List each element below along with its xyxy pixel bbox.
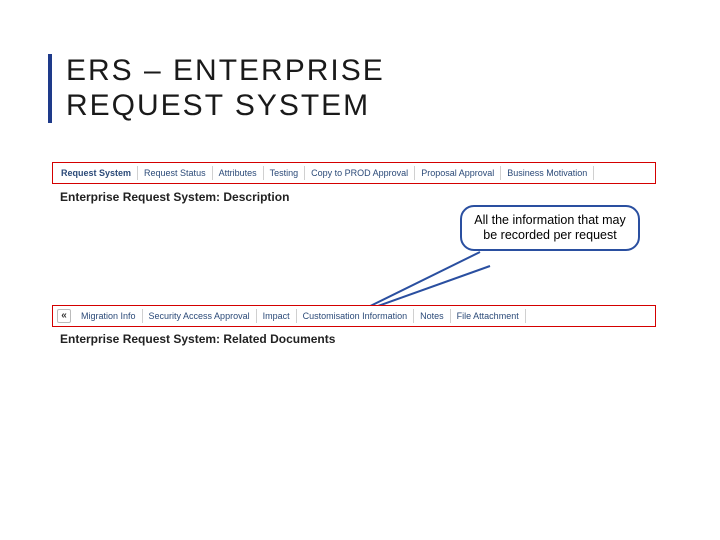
tab-row-2: « Migration Info Security Access Approva… bbox=[53, 306, 655, 326]
section-description-heading: Enterprise Request System: Description bbox=[60, 190, 289, 204]
callout-bubble: All the information that may be recorded… bbox=[460, 205, 640, 251]
tab-copy-prod-approval[interactable]: Copy to PROD Approval bbox=[305, 166, 415, 180]
callout-text: All the information that may be recorded… bbox=[474, 213, 625, 242]
tab-attributes[interactable]: Attributes bbox=[213, 166, 264, 180]
tab-collapse-icon[interactable]: « bbox=[57, 309, 71, 323]
tab-proposal-approval[interactable]: Proposal Approval bbox=[415, 166, 501, 180]
tab-strip-top: Request System Request Status Attributes… bbox=[52, 162, 656, 184]
page-title-line2: REQUEST SYSTEM bbox=[66, 89, 385, 124]
tab-row: Request System Request Status Attributes… bbox=[53, 163, 655, 183]
tab-impact[interactable]: Impact bbox=[257, 309, 297, 323]
tab-request-system[interactable]: Request System bbox=[55, 166, 138, 180]
page-title-line1: ERS – ENTERPRISE bbox=[66, 54, 385, 89]
tab-migration-info[interactable]: Migration Info bbox=[75, 309, 143, 323]
tab-security-access-approval[interactable]: Security Access Approval bbox=[143, 309, 257, 323]
tab-customisation-information[interactable]: Customisation Information bbox=[297, 309, 415, 323]
tab-testing[interactable]: Testing bbox=[264, 166, 306, 180]
tab-strip-bottom: « Migration Info Security Access Approva… bbox=[52, 305, 656, 327]
tab-notes[interactable]: Notes bbox=[414, 309, 451, 323]
tab-business-motivation[interactable]: Business Motivation bbox=[501, 166, 594, 180]
tab-request-status[interactable]: Request Status bbox=[138, 166, 213, 180]
tab-file-attachment[interactable]: File Attachment bbox=[451, 309, 526, 323]
section-related-documents-heading: Enterprise Request System: Related Docum… bbox=[60, 332, 335, 346]
title-block: ERS – ENTERPRISE REQUEST SYSTEM bbox=[48, 54, 385, 123]
